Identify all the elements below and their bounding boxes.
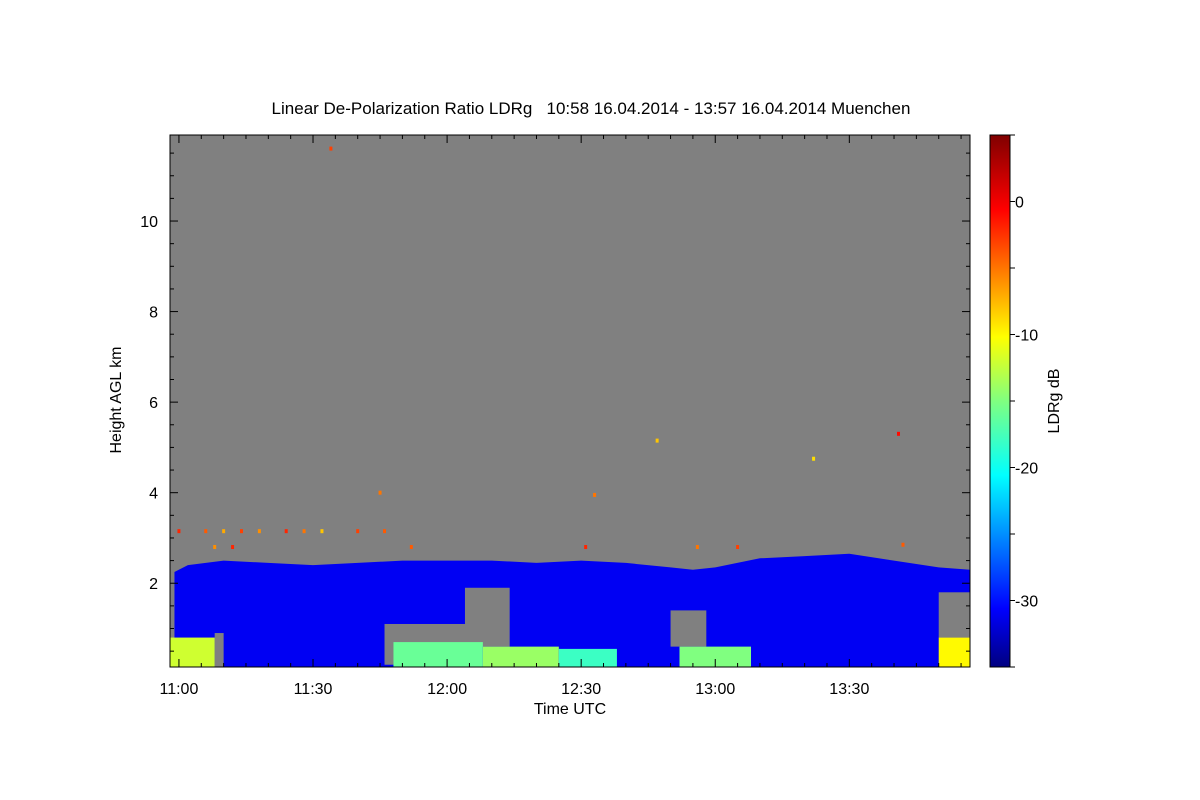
colorbar-tick-label: 0	[1015, 195, 1024, 212]
outlier-point	[329, 146, 333, 151]
surface-layer-segment	[170, 637, 215, 667]
x-tick-label: 12:30	[561, 681, 601, 698]
x-tick-label: 11:30	[294, 681, 333, 698]
outlier-point	[231, 545, 235, 550]
no-signal-region	[214, 633, 224, 667]
outlier-point	[222, 529, 226, 534]
outlier-point	[409, 545, 413, 550]
outlier-point	[695, 545, 699, 550]
surface-layer-segment	[938, 637, 970, 667]
chart-title: Linear De-Polarization Ratio LDRg 10:58 …	[272, 99, 911, 118]
colorbar-tick-label: -10	[1015, 328, 1038, 345]
outlier-point	[356, 529, 360, 534]
outlier-point	[896, 431, 900, 436]
outlier-point	[204, 529, 208, 534]
colorbar-tick-label: -30	[1015, 594, 1038, 611]
outlier-point	[213, 545, 217, 550]
outlier-point	[383, 529, 387, 534]
outlier-point	[901, 542, 905, 547]
y-tick-label: 10	[140, 214, 158, 231]
x-tick-label: 13:30	[829, 681, 869, 698]
no-signal-region	[670, 610, 707, 647]
x-tick-label: 11:00	[160, 681, 199, 698]
outlier-point	[302, 529, 306, 534]
outlier-point	[257, 529, 261, 534]
no-signal-region	[464, 587, 510, 647]
outlier-point	[284, 529, 288, 534]
y-tick-label: 2	[149, 576, 158, 593]
no-signal-region	[938, 592, 970, 638]
outlier-point	[320, 529, 324, 534]
outlier-point	[736, 545, 740, 550]
y-tick-label: 8	[149, 305, 158, 322]
outlier-point	[378, 490, 382, 495]
x-tick-label: 12:00	[427, 681, 467, 698]
colorbar-label: LDRg dB	[1046, 369, 1063, 434]
outlier-point	[655, 438, 659, 443]
colorbar-ticks: 0 -10 -20 -30	[1010, 134, 1038, 668]
y-tick-label: 4	[149, 486, 158, 503]
colorbar-tick-label: -20	[1015, 461, 1038, 478]
colorbar	[989, 134, 1011, 668]
ldr-chart: Linear De-Polarization Ratio LDRg 10:58 …	[108, 99, 1063, 718]
x-axis-label: Time UTC	[534, 701, 606, 718]
y-axis-label: Height AGL km	[108, 346, 125, 453]
outlier-point	[240, 529, 244, 534]
plot-area	[170, 135, 970, 667]
surface-layer-segment	[482, 646, 559, 667]
outlier-point	[584, 545, 588, 550]
x-tick-label: 13:00	[695, 681, 735, 698]
y-tick-label: 6	[149, 395, 158, 412]
outlier-point	[812, 456, 816, 461]
surface-layer-segment	[558, 648, 617, 667]
outlier-point	[593, 492, 597, 497]
outlier-point	[177, 529, 181, 534]
